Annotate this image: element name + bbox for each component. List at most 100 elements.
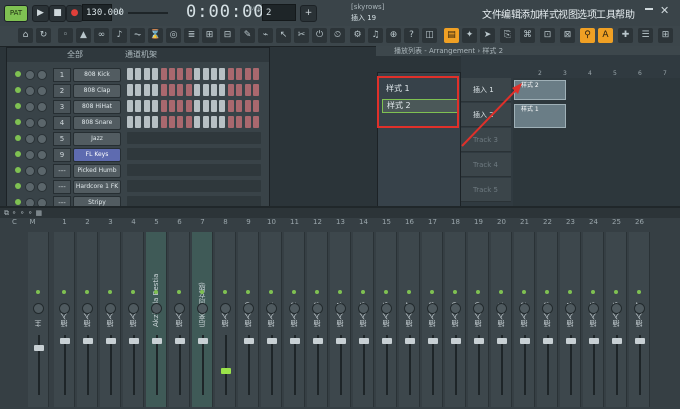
stop-button[interactable]: ■ <box>49 5 66 22</box>
channel-name-button[interactable]: Hardcore 1 FK <box>73 180 121 194</box>
mixer-volume-fader[interactable] <box>34 345 44 351</box>
metronome-icon[interactable]: ♩ <box>116 5 124 20</box>
step-button[interactable] <box>135 100 142 112</box>
mixer-volume-fader[interactable] <box>106 338 116 344</box>
mixer-pan-knob[interactable] <box>105 303 116 314</box>
step-button[interactable] <box>160 68 167 80</box>
channel-volume-knob[interactable] <box>25 150 35 160</box>
mixer-enable-icon[interactable] <box>338 290 342 294</box>
step-button[interactable] <box>236 116 243 128</box>
mixer-pan-knob[interactable] <box>381 303 392 314</box>
channel-pan-knob[interactable] <box>37 118 47 128</box>
mixer-enable-icon[interactable] <box>36 290 40 294</box>
tool-icon-17[interactable]: ♫ <box>368 28 383 43</box>
step-button[interactable] <box>169 100 175 112</box>
mixer-enable-icon[interactable] <box>407 290 411 294</box>
mixer-volume-fader[interactable] <box>382 338 392 344</box>
tool-icon-16[interactable]: ⚙ <box>350 28 365 43</box>
step-button[interactable] <box>219 68 226 80</box>
mixer-volume-fader[interactable] <box>497 338 507 344</box>
step-button[interactable] <box>202 100 209 112</box>
channel-pan-knob[interactable] <box>37 134 47 144</box>
mixer-enable-icon[interactable] <box>522 290 526 294</box>
mixer-volume-fader[interactable] <box>635 338 645 344</box>
mixer-pan-knob[interactable] <box>243 303 254 314</box>
snap-icon[interactable]: ⌂ <box>18 28 33 43</box>
step-button[interactable] <box>177 100 184 112</box>
step-button[interactable] <box>227 84 234 96</box>
channel-name-button[interactable]: 808 Snare <box>73 116 121 130</box>
mixer-pan-knob[interactable] <box>289 303 300 314</box>
step-button[interactable] <box>135 116 142 128</box>
tool-icon-20[interactable]: ◫ <box>422 28 437 43</box>
step-button[interactable] <box>244 84 251 96</box>
step-button[interactable] <box>185 100 192 112</box>
step-button[interactable] <box>253 68 259 80</box>
channel-name-button[interactable]: Picked Humb <box>73 164 121 178</box>
mixer-pan-knob[interactable] <box>565 303 576 314</box>
channel-mixer-number[interactable]: 9 <box>53 148 71 162</box>
mixer-enable-icon[interactable] <box>361 290 365 294</box>
tool-icon-11[interactable]: ⌁ <box>258 28 273 43</box>
menu-help[interactable]: 帮助 <box>615 6 635 21</box>
channel-pan-knob[interactable] <box>37 86 47 96</box>
tool-icon-24[interactable]: ⌘ <box>520 28 535 43</box>
step-button[interactable] <box>177 116 184 128</box>
step-button[interactable] <box>169 84 175 96</box>
piano-roll-preview[interactable] <box>127 180 261 192</box>
step-button[interactable] <box>169 68 175 80</box>
tool-icon-15[interactable]: ⏲ <box>330 28 345 43</box>
master-volume-slider[interactable] <box>128 12 168 14</box>
mixer-pan-knob[interactable] <box>542 303 553 314</box>
tool-icon-5[interactable]: ⌛ <box>148 28 163 43</box>
mixer-volume-fader[interactable] <box>336 338 346 344</box>
mixer-enable-icon[interactable] <box>315 290 319 294</box>
mixer-volume-fader[interactable] <box>566 338 576 344</box>
menu-edit[interactable]: 编辑 <box>501 6 521 21</box>
channel-mixer-number[interactable]: --- <box>53 180 71 194</box>
alt-icon[interactable]: A <box>598 28 613 43</box>
channel-row[interactable]: 5 Jazz <box>7 130 269 146</box>
mixer-enable-icon[interactable] <box>177 290 181 294</box>
step-button[interactable] <box>202 84 209 96</box>
channel-row[interactable]: --- Picked Humb <box>7 162 269 178</box>
channel-volume-knob[interactable] <box>25 70 35 80</box>
step-button[interactable] <box>244 116 251 128</box>
mixer-enable-icon[interactable] <box>292 290 296 294</box>
mixer-pan-knob[interactable] <box>174 303 185 314</box>
tool-icon-25[interactable]: ⊡ <box>540 28 555 43</box>
channel-mute-icon[interactable] <box>15 151 21 157</box>
piano-roll-preview[interactable] <box>127 148 261 160</box>
mixer-enable-icon[interactable] <box>85 290 89 294</box>
step-button[interactable] <box>227 100 234 112</box>
channel-mute-icon[interactable] <box>15 87 21 93</box>
tool-icon-8[interactable]: ⊞ <box>202 28 217 43</box>
step-button[interactable] <box>152 84 159 96</box>
step-button[interactable] <box>219 100 226 112</box>
channel-name-button[interactable]: Jazz <box>73 132 121 146</box>
step-button[interactable] <box>135 84 142 96</box>
mixer-enable-icon[interactable] <box>499 290 503 294</box>
step-button[interactable] <box>135 68 142 80</box>
menu-options[interactable]: 选项 <box>577 6 597 21</box>
step-button[interactable] <box>152 68 159 80</box>
mixer-enable-icon[interactable] <box>568 290 572 294</box>
mixer-volume-fader[interactable] <box>474 338 484 344</box>
play-button[interactable]: ▶ <box>32 5 49 22</box>
step-button[interactable] <box>127 100 133 112</box>
tool-icon-1[interactable]: ▲ <box>76 28 91 43</box>
pattern-selector[interactable]: 2 <box>262 4 296 21</box>
tool-icon-12[interactable]: ↖ <box>276 28 291 43</box>
channel-row[interactable]: --- Hardcore 1 FK <box>7 178 269 194</box>
tool-icon-3[interactable]: ♪ <box>112 28 127 43</box>
step-button[interactable] <box>211 116 217 128</box>
channel-pan-knob[interactable] <box>37 150 47 160</box>
channel-mute-icon[interactable] <box>15 103 21 109</box>
plugin-picker-icon[interactable]: ⚲ <box>580 28 595 43</box>
mixer-enable-icon[interactable] <box>430 290 434 294</box>
step-button[interactable] <box>219 84 226 96</box>
mixer-pan-knob[interactable] <box>473 303 484 314</box>
mixer-volume-fader[interactable] <box>221 368 231 374</box>
channel-mute-icon[interactable] <box>15 119 21 125</box>
channel-name-button[interactable]: FL Keys <box>73 148 121 162</box>
